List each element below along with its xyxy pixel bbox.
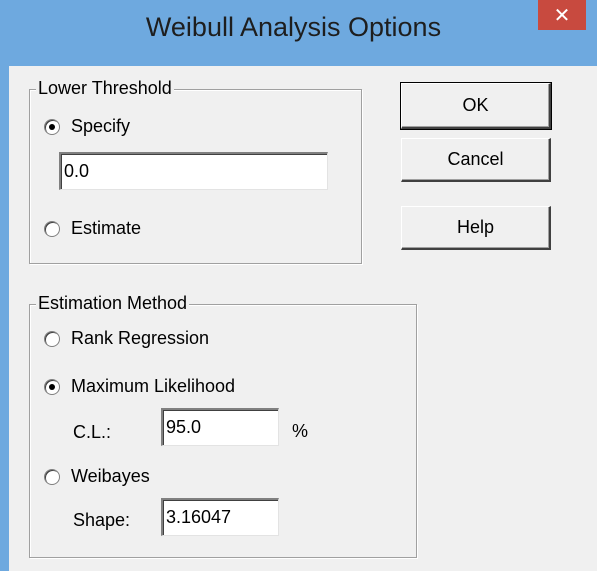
lower-threshold-group: Lower Threshold Specify 0.0 Estimate <box>29 78 362 264</box>
weibayes-label: Weibayes <box>71 466 150 486</box>
maximum-likelihood-option[interactable]: Maximum Likelihood <box>44 376 235 397</box>
help-button[interactable]: Help <box>401 206 551 250</box>
rank-regression-option[interactable]: Rank Regression <box>44 328 209 349</box>
specify-label: Specify <box>71 116 131 136</box>
maximum-likelihood-radio[interactable] <box>44 378 60 395</box>
lower-threshold-legend: Lower Threshold <box>36 78 174 99</box>
weibull-options-dialog: Weibull Analysis Options ✕ Lower Thresho… <box>0 0 597 571</box>
title-bar[interactable]: Weibull Analysis Options ✕ <box>0 0 597 66</box>
percent-unit-label: % <box>292 421 309 441</box>
ok-button[interactable]: OK <box>400 82 552 130</box>
rank-regression-label: Rank Regression <box>71 328 210 348</box>
weibayes-option[interactable]: Weibayes <box>44 466 150 487</box>
estimate-radio[interactable] <box>44 220 60 237</box>
rank-regression-radio[interactable] <box>44 330 60 347</box>
close-icon[interactable]: ✕ <box>538 0 586 30</box>
cl-label: C.L.: <box>73 422 112 442</box>
dialog-client-area: Lower Threshold Specify 0.0 Estimate Est… <box>9 66 597 571</box>
lower-threshold-input[interactable]: 0.0 <box>59 152 328 190</box>
cancel-button[interactable]: Cancel <box>401 138 551 182</box>
shape-input[interactable]: 3.16047 <box>161 498 279 536</box>
specify-option[interactable]: Specify <box>44 116 130 137</box>
estimate-label: Estimate <box>71 218 142 238</box>
window-title: Weibull Analysis Options <box>145 12 442 42</box>
specify-radio[interactable] <box>44 118 60 135</box>
shape-label: Shape: <box>73 510 131 530</box>
estimate-option[interactable]: Estimate <box>44 218 141 239</box>
weibayes-radio[interactable] <box>44 468 60 485</box>
maximum-likelihood-label: Maximum Likelihood <box>71 376 236 396</box>
cl-input[interactable]: 95.0 <box>161 408 279 446</box>
estimation-method-group: Estimation Method Rank Regression Maximu… <box>29 293 417 558</box>
estimation-method-legend: Estimation Method <box>36 293 190 314</box>
